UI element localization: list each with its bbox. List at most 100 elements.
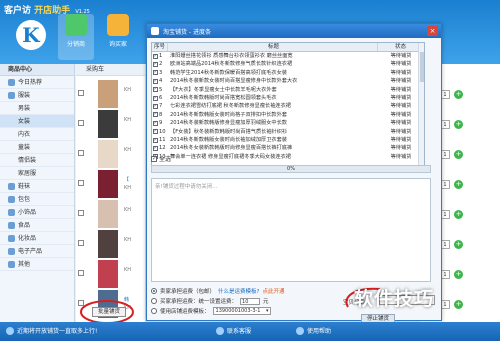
sidebar-item[interactable]: 情侣装: [0, 154, 74, 167]
row-number[interactable]: 11: [152, 136, 168, 144]
list-item[interactable]: 【 KH: [78, 170, 144, 200]
table-scrollbar[interactable]: [418, 43, 424, 167]
category-icon: [8, 234, 15, 242]
row-checkbox[interactable]: [153, 144, 158, 152]
item-checkbox[interactable]: [78, 180, 84, 186]
sidebar-item[interactable]: 女装: [0, 115, 74, 128]
row-number[interactable]: 10: [152, 128, 168, 136]
sidebar-item-label: 食品: [18, 221, 31, 229]
notice-icon: [6, 326, 14, 335]
sidebar-item[interactable]: 化妆品: [0, 232, 74, 245]
scrollbar-thumb[interactable]: [420, 52, 424, 82]
table-row[interactable]: 3韩范学生2014秋冬新款保暖百搭高领打底毛衣女装等待铺货: [152, 69, 424, 77]
item-checkbox[interactable]: [78, 120, 84, 126]
table-row[interactable]: 122014秋冬女装新款韩版时尚修身显瘦百搭长裤打底裤等待铺货: [152, 144, 424, 152]
row-checkbox[interactable]: [153, 69, 158, 76]
row-number[interactable]: 2: [152, 60, 168, 68]
row-title: 【F女装】秋冬装新款韩版时尚百搭气质长袖针织衫: [170, 128, 288, 135]
row-number[interactable]: 12: [152, 144, 168, 152]
row-number[interactable]: 4: [152, 77, 168, 85]
row-title: 七彩连衣裙雪纺打底裙 秋冬新款修身显瘦长袖连衣裙: [170, 103, 291, 110]
sidebar-item[interactable]: 鞋袜: [0, 180, 74, 193]
list-item[interactable]: KH: [78, 230, 144, 260]
row-checkbox[interactable]: [153, 111, 158, 118]
row-checkbox[interactable]: [153, 136, 158, 144]
add-icon[interactable]: +: [454, 119, 463, 129]
row-number[interactable]: 5: [152, 86, 168, 94]
item-checkbox[interactable]: [78, 270, 84, 276]
product-title: 【: [124, 177, 130, 183]
row-title: 2014秋冬新款韩版时尚百搭宽松圆领套头毛衣: [170, 94, 277, 101]
template-select[interactable]: 13900001003-3-1: [212, 307, 271, 315]
list-item[interactable]: KH: [78, 140, 144, 170]
row-number[interactable]: 8: [152, 111, 168, 119]
shipping-template-help-link[interactable]: 什么是运费模板?: [218, 287, 259, 295]
add-icon[interactable]: +: [454, 149, 463, 159]
add-icon[interactable]: +: [454, 209, 463, 219]
table-row[interactable]: 2欧洲站高端品2014秋冬新款修身气质长款针织连衣裙等待铺货: [152, 60, 424, 68]
row-checkbox[interactable]: [153, 60, 158, 68]
message-box[interactable]: 亲!铺货过程中请勿关闭...: [151, 178, 431, 282]
list-item[interactable]: KH: [78, 110, 144, 140]
item-checkbox[interactable]: [78, 240, 84, 246]
row-title: 2014秋冬装新款女装时尚百搭显瘦修身中长款外套大衣: [170, 78, 298, 85]
add-icon[interactable]: +: [454, 239, 463, 249]
add-icon[interactable]: +: [454, 179, 463, 189]
add-icon[interactable]: +: [454, 269, 463, 279]
sidebar-item[interactable]: 食品: [0, 219, 74, 232]
row-checkbox[interactable]: [153, 119, 158, 127]
sidebar-item[interactable]: 家居服: [0, 167, 74, 180]
list-item[interactable]: KH: [78, 200, 144, 230]
sidebar-item[interactable]: 其他: [0, 258, 74, 271]
add-icon[interactable]: +: [454, 89, 463, 99]
select-all-checkbox[interactable]: 全选: [151, 154, 171, 163]
table-row[interactable]: 62014秋冬新款韩版时尚百搭宽松圆领套头毛衣等待铺货: [152, 94, 424, 102]
row-checkbox[interactable]: [153, 86, 158, 93]
table-row[interactable]: 112014秋冬新款韩版女装时尚长袖加绒加厚卫衣套装等待铺货: [152, 136, 424, 144]
row-checkbox[interactable]: [153, 77, 158, 85]
row-number[interactable]: 7: [152, 102, 168, 110]
close-icon[interactable]: ×: [427, 26, 438, 36]
product-text: KH: [124, 206, 131, 214]
item-checkbox[interactable]: [78, 150, 84, 156]
quantity-row: 1 +: [440, 208, 463, 220]
item-checkbox[interactable]: [78, 210, 84, 216]
table-row[interactable]: 92014秋冬装新款韩版修身显瘦加厚羽绒服女中长款等待铺货: [152, 119, 424, 127]
contact-support-link[interactable]: 联系客服: [216, 326, 251, 335]
sidebar-item[interactable]: 服装: [0, 89, 74, 102]
row-number[interactable]: 6: [152, 94, 168, 102]
table-row[interactable]: 5【F大衣】冬季显瘦女士中长款羊毛呢大衣外套等待铺货: [152, 86, 424, 94]
table-row[interactable]: 42014秋冬装新款女装时尚百搭显瘦修身中长款外套大衣等待铺货: [152, 77, 424, 85]
help-link[interactable]: 使用帮助: [296, 326, 331, 335]
enable-link[interactable]: 点此开通: [262, 287, 284, 295]
table-row[interactable]: 10【F女装】秋冬装新款韩版时尚百搭气质长袖针织衫等待铺货: [152, 128, 424, 136]
row-number[interactable]: 1: [152, 52, 168, 60]
list-item[interactable]: KH: [78, 80, 144, 110]
sidebar-item[interactable]: 包包: [0, 193, 74, 206]
table-row[interactable]: 7七彩连衣裙雪纺打底裙 秋冬新款修身显瘦长袖连衣裙等待铺货: [152, 102, 424, 110]
sidebar-item[interactable]: 今日热荐: [0, 76, 74, 89]
sidebar-item[interactable]: 电子产品: [0, 245, 74, 258]
row-number[interactable]: 3: [152, 69, 168, 77]
item-checkbox[interactable]: [78, 90, 84, 96]
sidebar-item[interactable]: 男装: [0, 102, 74, 115]
freight-input[interactable]: 10: [240, 297, 261, 305]
row-number[interactable]: 9: [152, 119, 168, 127]
product-text: KH: [124, 146, 131, 154]
enquiry-button[interactable]: 询买家: [100, 14, 136, 60]
distributor-button[interactable]: 分销商: [58, 14, 94, 60]
table-row[interactable]: 82014秋冬新款韩版女装时尚格子双排扣中长款外套等待铺货: [152, 111, 424, 119]
sidebar-item[interactable]: 内衣: [0, 128, 74, 141]
add-icon[interactable]: +: [454, 299, 463, 309]
sidebar-item[interactable]: 童装: [0, 141, 74, 154]
table-row[interactable]: 13舞会单一连衣裙 修身显瘦打底裙冬季大码女装连衣裙等待铺货: [152, 153, 424, 161]
row-checkbox[interactable]: [153, 52, 158, 60]
sidebar-item[interactable]: 小饰品: [0, 206, 74, 219]
row-checkbox[interactable]: [153, 102, 158, 110]
table-row[interactable]: 1淮阳姗丝搭花领衫 质感舞台衫衣领蛋衫衣 磨丝丝面宽等待铺货: [152, 52, 424, 60]
list-item[interactable]: KH: [78, 260, 144, 290]
row-number-text: 11: [159, 136, 166, 143]
row-checkbox[interactable]: [153, 128, 158, 135]
sidebar-item-label: 包包: [18, 195, 31, 203]
row-checkbox[interactable]: [153, 94, 158, 102]
